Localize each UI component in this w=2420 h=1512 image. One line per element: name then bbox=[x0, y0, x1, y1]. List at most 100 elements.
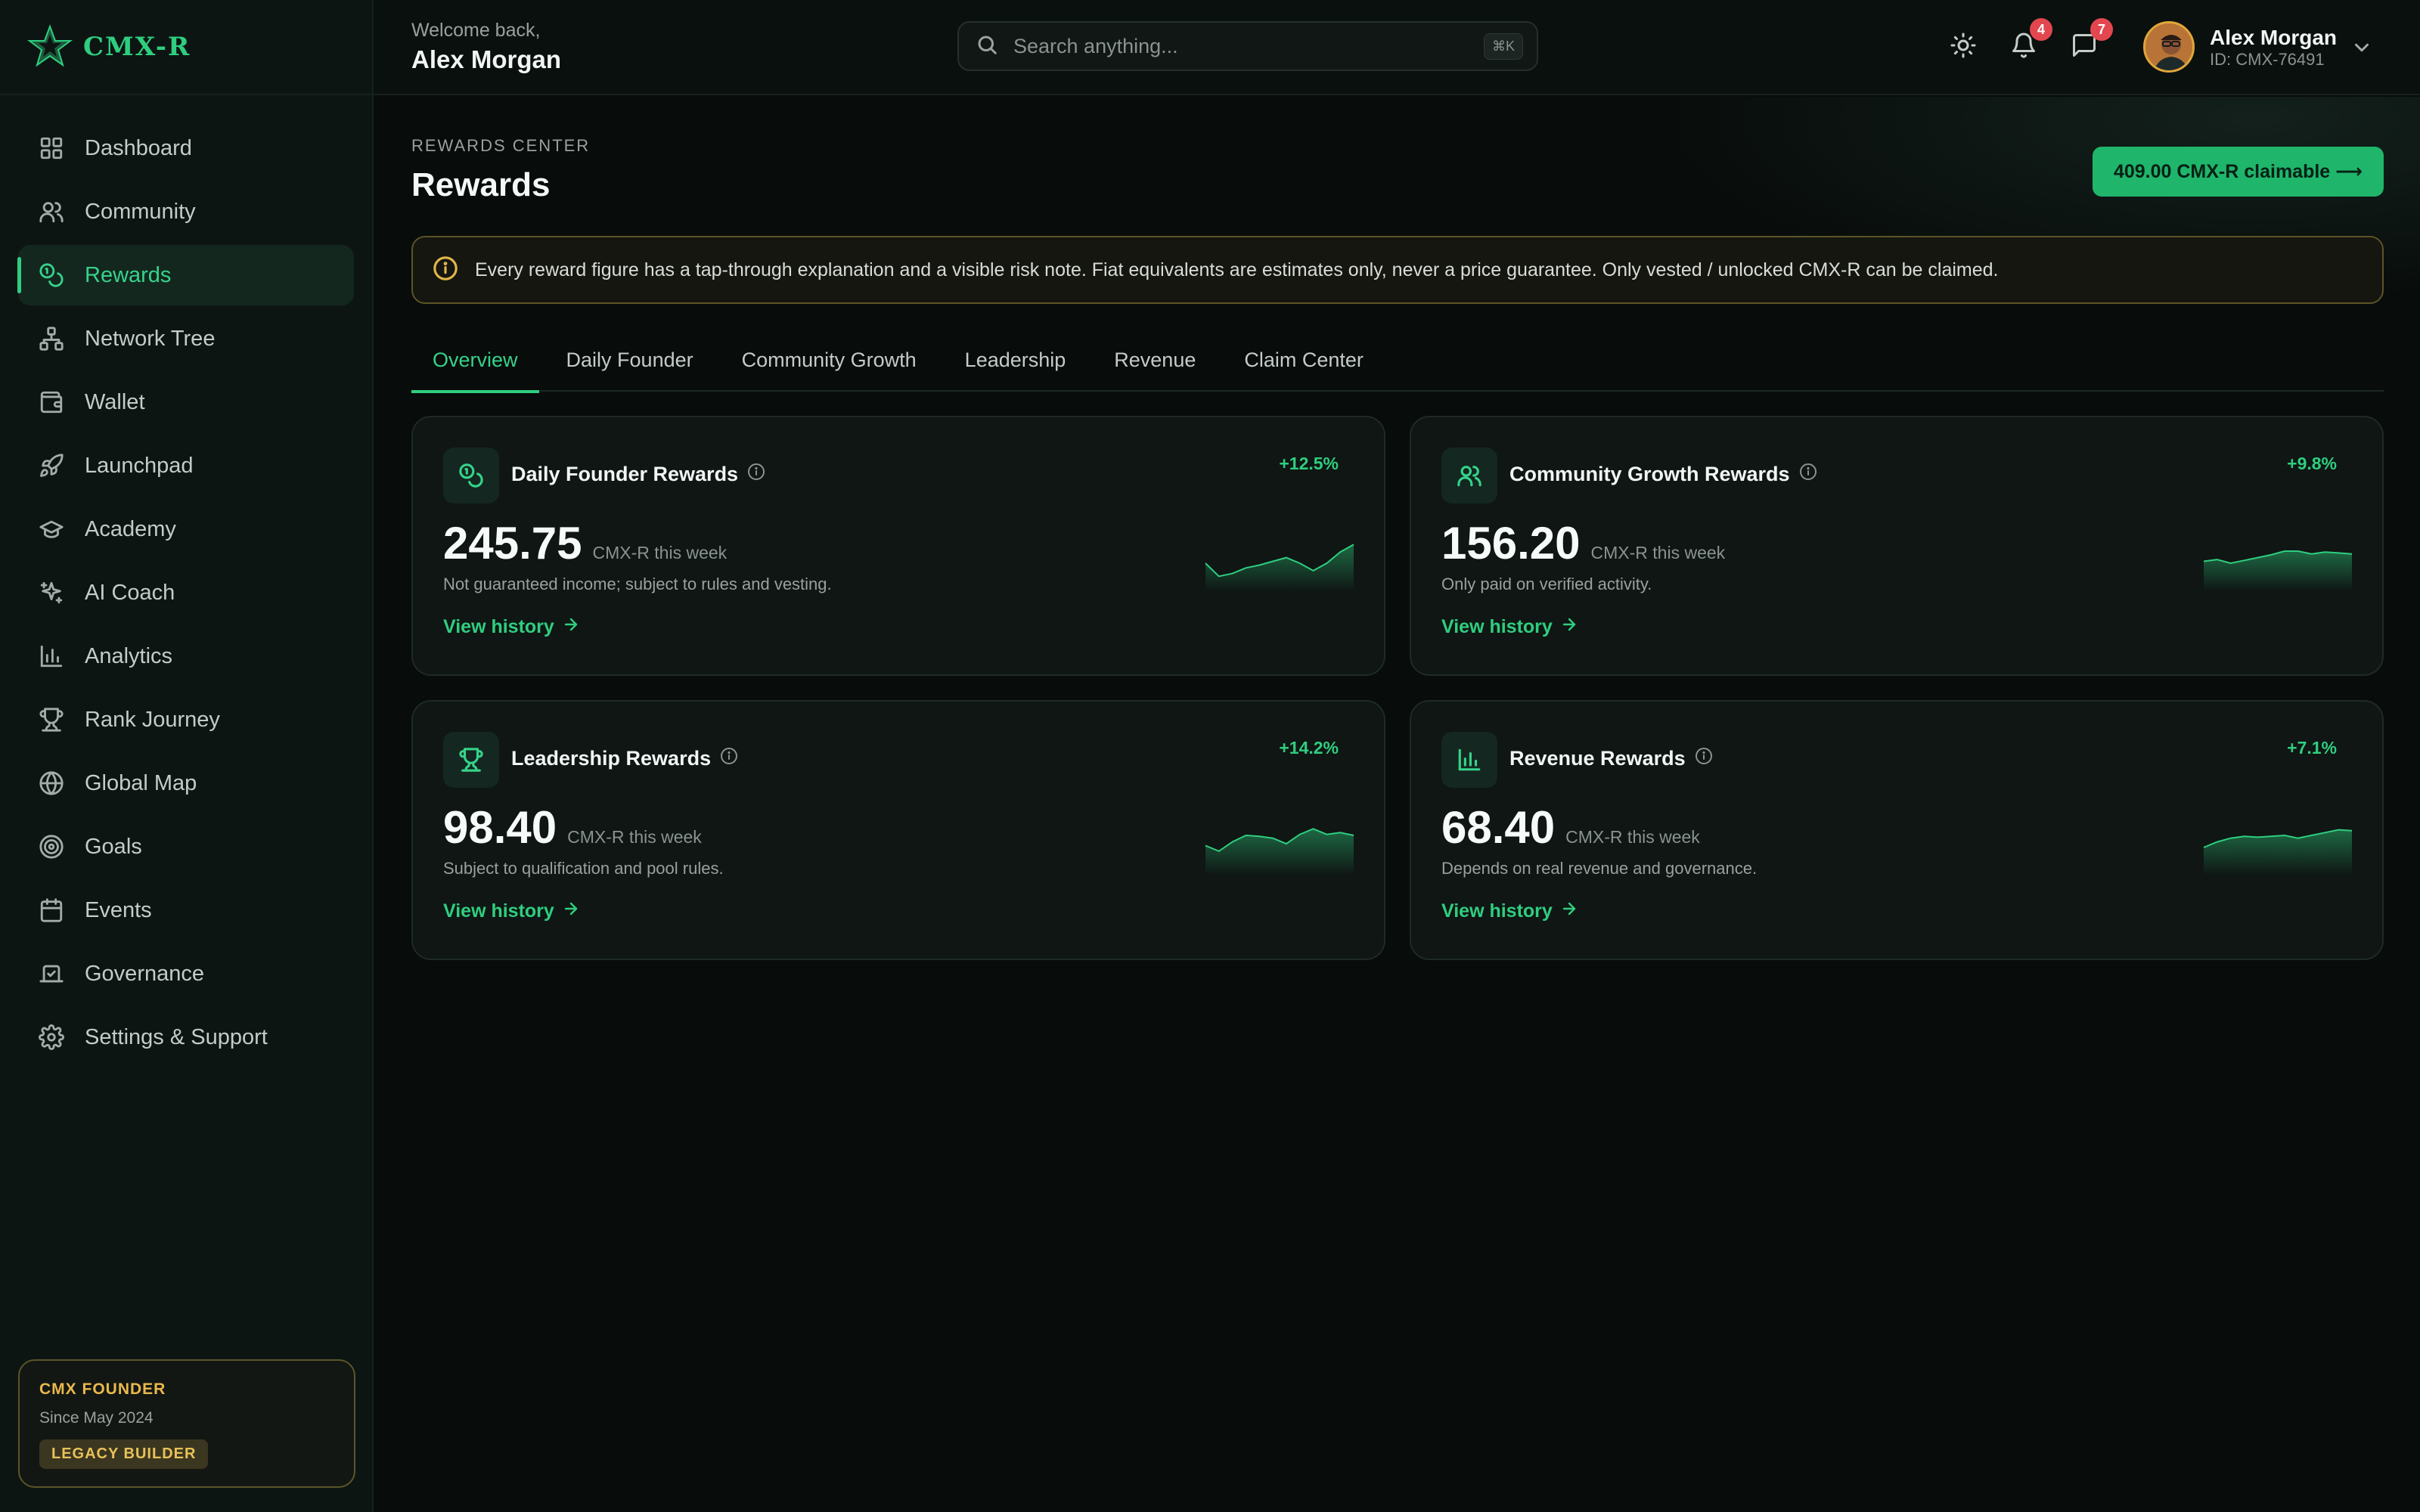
arrow-right-icon bbox=[1560, 615, 1578, 639]
founder-since: Since May 2024 bbox=[39, 1409, 154, 1427]
claim-button[interactable]: 409.00 CMX-R claimable ⟶ bbox=[2092, 147, 2384, 197]
view-history-link[interactable]: View history bbox=[1441, 615, 1578, 639]
info-icon[interactable] bbox=[1695, 747, 1713, 770]
risk-note: Depends on real revenue and governance. bbox=[1441, 859, 1758, 878]
view-history-link[interactable]: View history bbox=[443, 615, 580, 639]
reward-amount: 98.40 bbox=[443, 802, 557, 853]
tab-daily-founder[interactable]: Daily Founder bbox=[545, 328, 715, 392]
reward-unit: CMX-R this week bbox=[1565, 827, 1700, 847]
sidebar-item-ai-coach[interactable]: AI Coach bbox=[18, 562, 354, 623]
arrow-right-icon bbox=[562, 900, 580, 923]
sidebar-item-label: Global Map bbox=[85, 770, 197, 795]
rewards-tabs: Overview Daily Founder Community Growth Lea… bbox=[411, 328, 2384, 393]
sparkline-chart bbox=[1205, 820, 1354, 875]
leadership-rewards-card[interactable]: Leadership Rewards +14.2% 98.40 CMX-R this … bbox=[411, 700, 1385, 960]
sidebar-item-events[interactable]: Events bbox=[18, 880, 354, 940]
sidebar-item-label: Analytics bbox=[85, 643, 173, 668]
reward-value: 68.40 CMX-R this week bbox=[1441, 801, 1700, 854]
sidebar-item-label: Launchpad bbox=[85, 453, 194, 478]
view-history-link[interactable]: View history bbox=[1441, 900, 1578, 923]
sidebar-item-label: Rewards bbox=[85, 262, 172, 287]
notifications-badge: 4 bbox=[2030, 18, 2052, 41]
founder-card[interactable]: CMX FOUNDER Since May 2024 LEGACY BUILDE… bbox=[18, 1359, 355, 1488]
daily-founder-rewards-card[interactable]: Daily Founder Rewards +12.5% 245.75 CMX-R t… bbox=[411, 416, 1385, 676]
messages-button[interactable]: 7 bbox=[2068, 18, 2113, 64]
sidebar-item-analytics[interactable]: Analytics bbox=[18, 626, 354, 686]
info-icon[interactable] bbox=[1799, 463, 1817, 486]
page-eyebrow: REWARDS CENTER bbox=[411, 136, 591, 155]
card-title: Leadership Rewards bbox=[511, 747, 738, 770]
gear-icon bbox=[38, 1024, 65, 1051]
theme-toggle-button[interactable] bbox=[1947, 30, 1980, 64]
card-title: Revenue Rewards bbox=[1509, 747, 1713, 770]
sidebar-item-governance[interactable]: Governance bbox=[18, 943, 354, 1004]
card-title-text: Daily Founder Rewards bbox=[511, 463, 739, 485]
sidebar-item-rewards[interactable]: Rewards bbox=[17, 245, 354, 305]
sidebar-item-settings-and-support[interactable]: Settings & Support bbox=[18, 1007, 354, 1067]
view-history-label: View history bbox=[1441, 900, 1553, 922]
sidebar-item-goals[interactable]: Goals bbox=[18, 816, 354, 877]
sidebar-item-academy[interactable]: Academy bbox=[18, 499, 354, 559]
sidebar-item-network-tree[interactable]: Network Tree bbox=[18, 308, 354, 369]
sidebar-item-dashboard[interactable]: Dashboard bbox=[18, 118, 354, 178]
reward-amount: 156.20 bbox=[1441, 518, 1581, 569]
tab-overview[interactable]: Overview bbox=[411, 328, 539, 393]
vote-icon bbox=[38, 960, 65, 987]
founder-badge: LEGACY BUILDER bbox=[39, 1439, 209, 1469]
info-icon[interactable] bbox=[720, 747, 738, 770]
change-badge: +14.2% bbox=[1279, 738, 1339, 758]
arrow-right-icon bbox=[1560, 900, 1578, 923]
sidebar: CMX-R Dashboard Community Rewards Network T… bbox=[0, 0, 374, 1512]
sidebar-item-label: Settings & Support bbox=[85, 1024, 268, 1049]
sidebar-item-wallet[interactable]: Wallet bbox=[18, 372, 354, 432]
tab-community-growth[interactable]: Community Growth bbox=[721, 328, 938, 392]
messages-badge: 7 bbox=[2090, 18, 2113, 41]
avatar[interactable] bbox=[2143, 21, 2195, 73]
change-badge: +7.1% bbox=[2287, 738, 2337, 758]
view-history-label: View history bbox=[443, 900, 554, 922]
sidebar-item-global-map[interactable]: Global Map bbox=[18, 753, 354, 813]
view-history-link[interactable]: View history bbox=[443, 900, 580, 923]
rocket-icon bbox=[38, 452, 65, 479]
trophy-icon bbox=[443, 732, 499, 788]
view-history-label: View history bbox=[1441, 616, 1553, 637]
info-circle-icon bbox=[433, 256, 458, 285]
coins-icon bbox=[38, 262, 65, 289]
view-history-label: View history bbox=[443, 616, 554, 637]
search-icon bbox=[976, 33, 998, 60]
sparkline-area bbox=[2204, 551, 2352, 591]
search-shortcut: ⌘K bbox=[1483, 33, 1523, 60]
founder-title: CMX FOUNDER bbox=[39, 1380, 166, 1398]
revenue-rewards-card[interactable]: Revenue Rewards +7.1% 68.40 CMX-R this week… bbox=[1410, 700, 2384, 960]
wallet-icon bbox=[38, 389, 65, 416]
sidebar-item-label: Events bbox=[85, 897, 152, 922]
tab-claim-center[interactable]: Claim Center bbox=[1223, 328, 1385, 392]
card-title-text: Revenue Rewards bbox=[1509, 747, 1686, 770]
search-placeholder: Search anything... bbox=[1013, 34, 1178, 57]
sidebar-item-community[interactable]: Community bbox=[18, 181, 354, 242]
info-icon[interactable] bbox=[747, 463, 765, 486]
brand[interactable]: CMX-R bbox=[0, 0, 372, 95]
search-input[interactable]: Search anything... ⌘K bbox=[957, 21, 1538, 71]
reward-unit: CMX-R this week bbox=[592, 543, 728, 562]
sidebar-item-label: Network Tree bbox=[85, 326, 216, 351]
risk-notice-text: Every reward figure has a tap-through ex… bbox=[475, 259, 1999, 280]
notifications-button[interactable]: 4 bbox=[2007, 18, 2052, 64]
card-title-text: Community Growth Rewards bbox=[1509, 463, 1790, 485]
arrow-right-icon bbox=[562, 615, 580, 639]
sidebar-item-launchpad[interactable]: Launchpad bbox=[18, 435, 354, 496]
sidebar-item-label: Academy bbox=[85, 516, 176, 541]
sun-icon bbox=[1950, 32, 1977, 63]
profile-menu-button[interactable] bbox=[2350, 36, 2373, 63]
risk-note: Only paid on verified activity. bbox=[1441, 575, 1652, 593]
change-badge: +12.5% bbox=[1279, 454, 1339, 473]
reward-cards: Daily Founder Rewards +12.5% 245.75 CMX-R t… bbox=[411, 416, 2384, 963]
tab-revenue[interactable]: Revenue bbox=[1093, 328, 1217, 392]
community-growth-rewards-card[interactable]: Community Growth Rewards +9.8% 156.20 CMX-R… bbox=[1410, 416, 2384, 676]
risk-note: Not guaranteed income; subject to rules … bbox=[443, 575, 832, 593]
tab-leadership[interactable]: Leadership bbox=[944, 328, 1087, 392]
sidebar-item-label: AI Coach bbox=[85, 580, 175, 605]
sidebar-item-label: Community bbox=[85, 199, 196, 224]
sidebar-item-rank-journey[interactable]: Rank Journey bbox=[18, 689, 354, 750]
profile-name[interactable]: Alex Morgan bbox=[2210, 26, 2337, 50]
